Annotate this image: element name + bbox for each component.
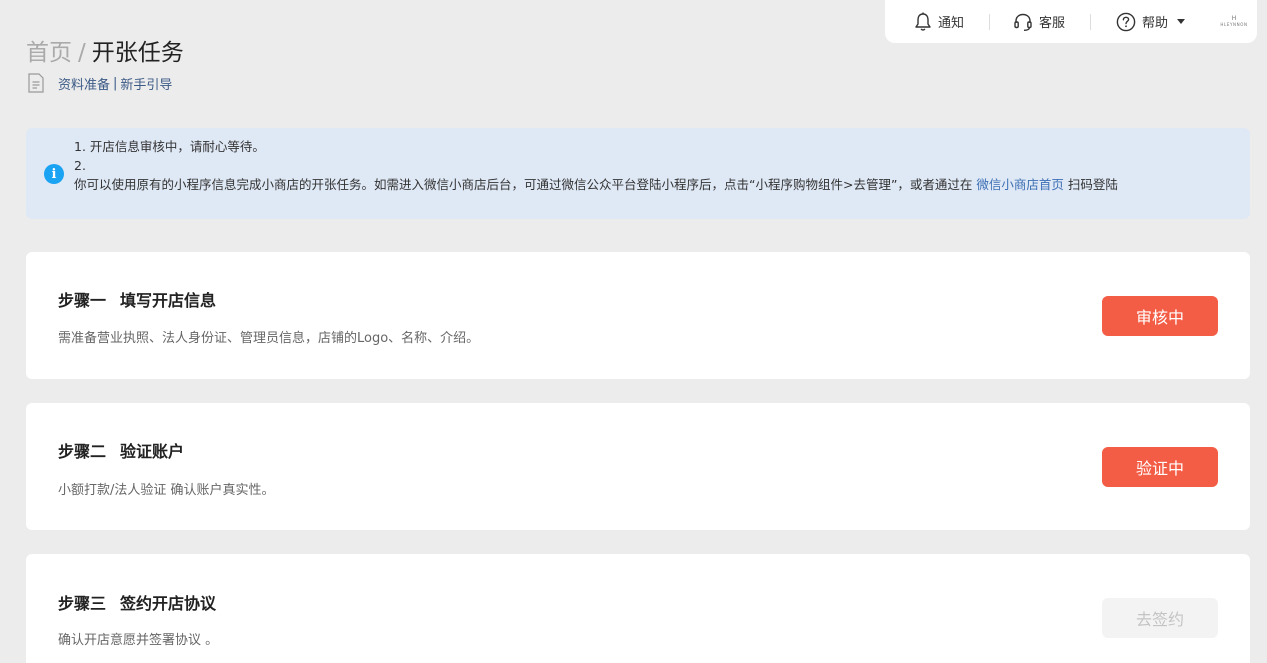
reviewing-button[interactable]: 审核中 (1102, 296, 1218, 336)
info-notice: i 1. 开店信息审核中，请耐心等待。 2. 你可以使用原有的小程序信息完成小商… (26, 128, 1250, 219)
step-title: 步骤一 填写开店信息 (58, 287, 216, 311)
step-name: 填写开店信息 (120, 291, 217, 310)
notice-line-3: 你可以使用原有的小程序信息完成小商店的开张任务。如需进入微信小商店后台，可通过微… (74, 175, 1234, 194)
step-title: 步骤二 验证账户 (58, 438, 184, 462)
verifying-button[interactable]: 验证中 (1102, 447, 1218, 487)
materials-prep-link[interactable]: 资料准备 (58, 74, 110, 93)
subnav-separator: | (113, 75, 118, 91)
step-card-2: 步骤二 验证账户 小额打款/法人验证 确认账户真实性。 验证中 (26, 403, 1250, 530)
breadcrumb: 首页 / 开张任务 (26, 33, 184, 67)
step-number: 步骤二 (58, 442, 107, 461)
notice-line-3-suffix: 扫码登陆 (1067, 177, 1118, 192)
step-card-1: 步骤一 填写开店信息 需准备营业执照、法人身份证、管理员信息，店铺的Logo、名称… (26, 252, 1250, 379)
step-description: 小额打款/法人验证 确认账户真实性。 (58, 483, 275, 498)
beginner-guide-link[interactable]: 新手引导 (120, 74, 172, 93)
brand-logo-text: HLEYNNON (1220, 22, 1248, 27)
notice-line-3-text: 你可以使用原有的小程序信息完成小商店的开张任务。如需进入微信小商店后台，可通过微… (74, 177, 973, 192)
step-name: 验证账户 (120, 442, 185, 461)
notify-button[interactable]: 通知 (885, 0, 989, 43)
customer-service-button[interactable]: 客服 (990, 0, 1090, 43)
notify-label: 通知 (938, 16, 965, 31)
notice-line-1: 1. 开店信息审核中，请耐心等待。 (74, 139, 265, 154)
step-number: 步骤一 (58, 291, 107, 310)
sub-nav: 资料准备 | 新手引导 (28, 73, 172, 93)
info-icon: i (44, 164, 64, 184)
brand-logo-mark: H (1231, 15, 1237, 22)
headset-icon (1014, 13, 1032, 31)
chevron-down-icon (1177, 19, 1186, 24)
top-toolbar: 通知 客服 帮助 H HLEYNNON (885, 0, 1257, 43)
sign-agreement-button[interactable]: 去签约 (1102, 598, 1218, 638)
step-title: 步骤三 签约开店协议 (58, 590, 216, 614)
brand-logo[interactable]: H HLEYNNON (1211, 0, 1257, 43)
help-dropdown[interactable]: 帮助 (1091, 0, 1211, 43)
question-circle-icon (1116, 12, 1136, 31)
breadcrumb-home[interactable]: 首页 (26, 33, 72, 67)
step-description: 确认开店意愿并签署协议 。 (58, 633, 219, 648)
breadcrumb-separator: / (78, 40, 86, 66)
bell-icon (915, 12, 931, 31)
step-number: 步骤三 (58, 594, 107, 613)
wechat-shop-home-link[interactable]: 微信小商店首页 (976, 177, 1064, 192)
document-icon (28, 73, 44, 93)
step-description: 需准备营业执照、法人身份证、管理员信息，店铺的Logo、名称、介绍。 (58, 331, 480, 346)
notice-text: 1. 开店信息审核中，请耐心等待。 2. 你可以使用原有的小程序信息完成小商店的… (74, 137, 1234, 194)
customer-service-label: 客服 (1039, 16, 1066, 31)
notice-line-2: 2. (74, 158, 86, 173)
step-card-3: 步骤三 签约开店协议 确认开店意愿并签署协议 。 去签约 (26, 554, 1250, 663)
step-name: 签约开店协议 (120, 594, 217, 613)
page-title: 开张任务 (91, 40, 184, 66)
help-label: 帮助 (1142, 16, 1169, 31)
